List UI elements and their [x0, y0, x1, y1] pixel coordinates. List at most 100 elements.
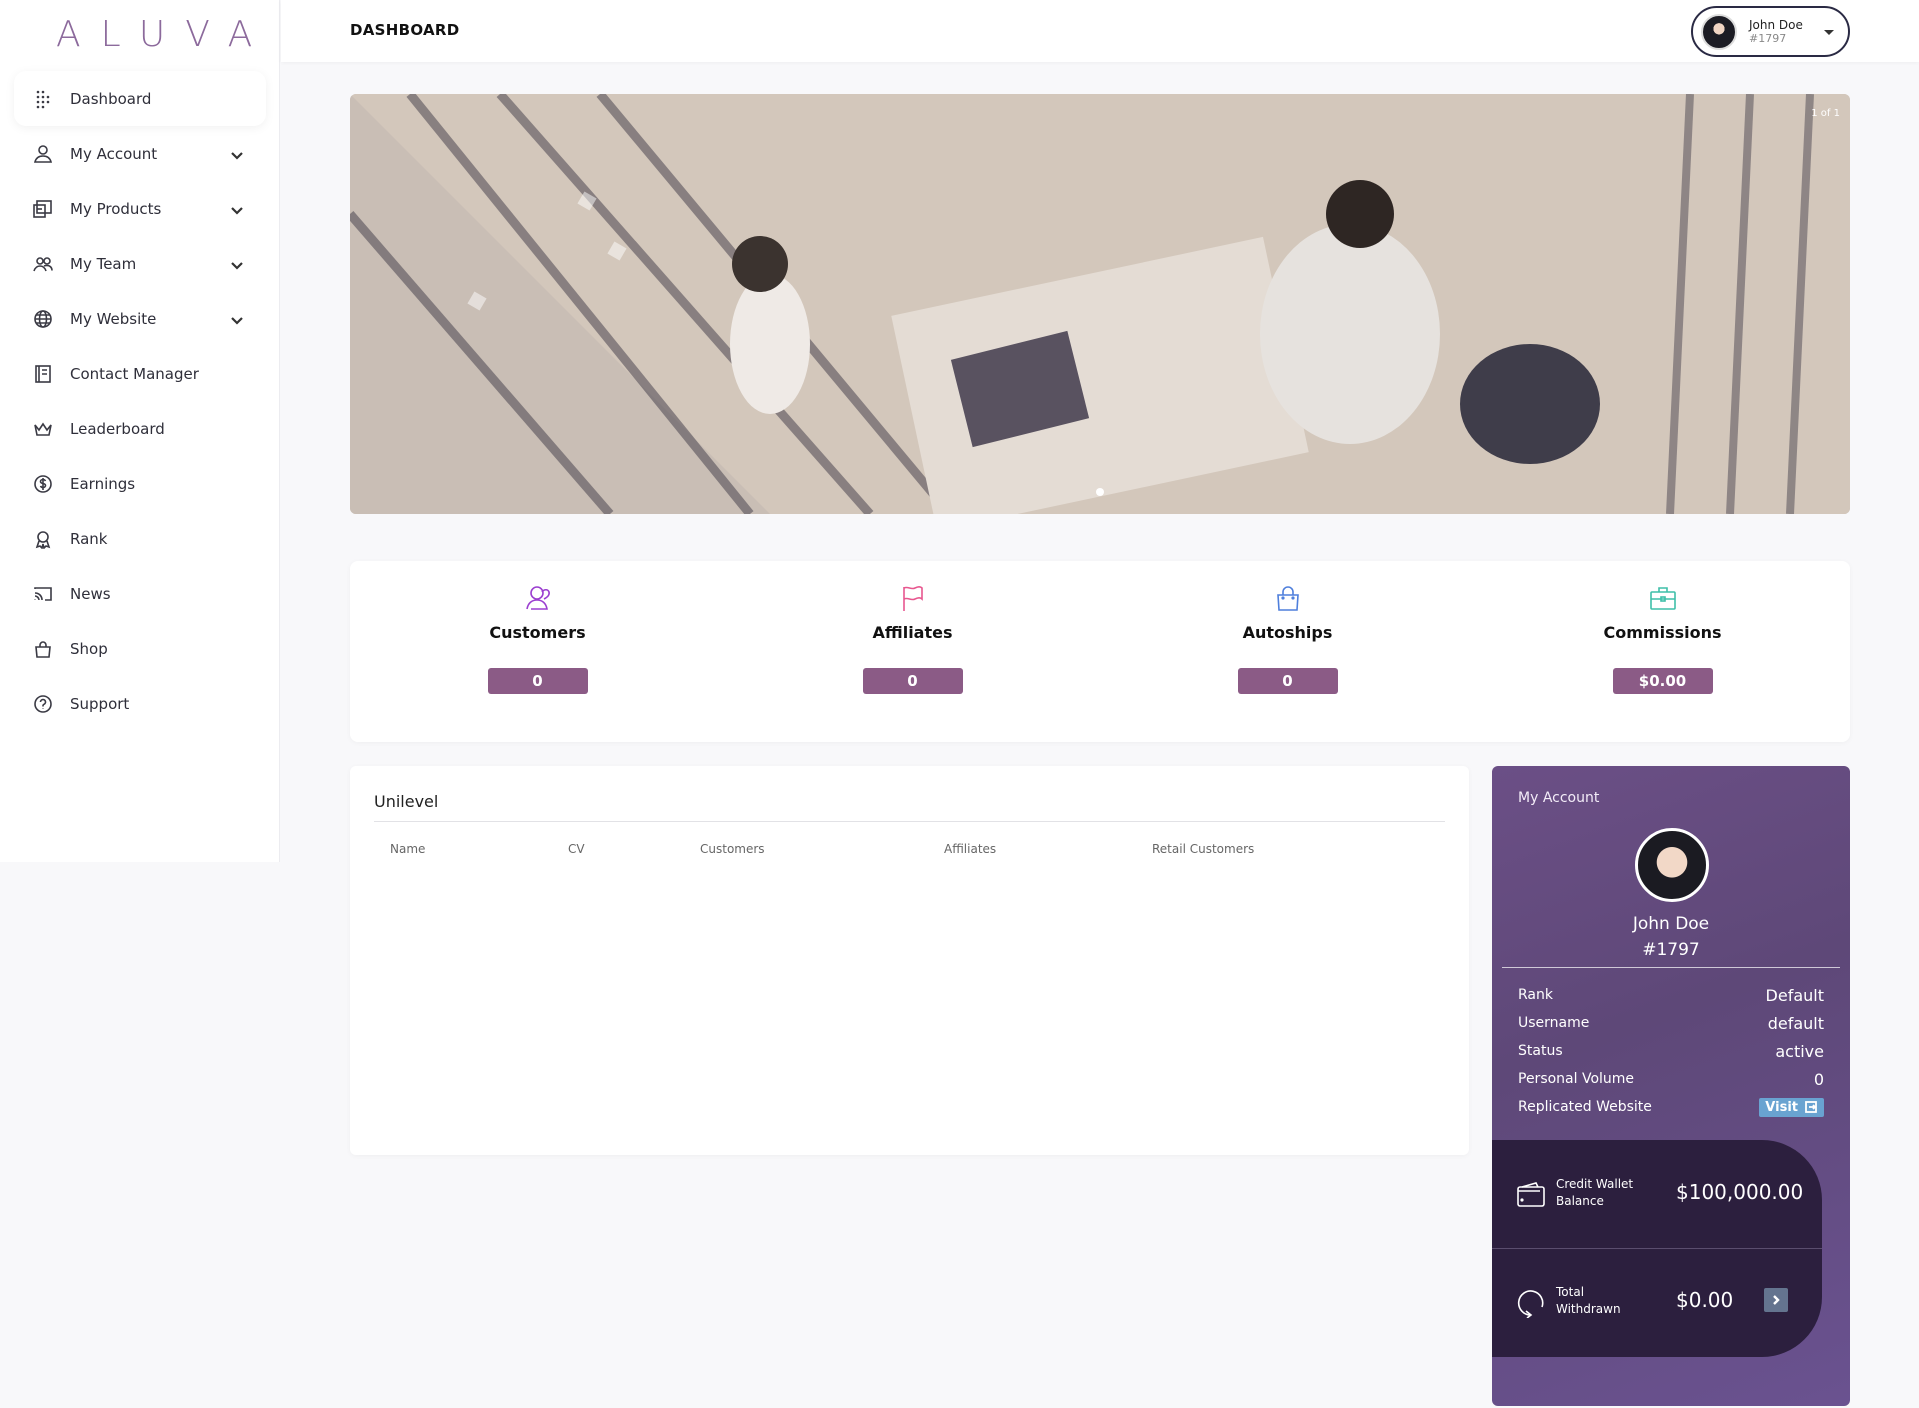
row-key: Personal Volume	[1518, 1071, 1635, 1087]
sidebar-item-label: Leaderboard	[70, 419, 165, 438]
user-info: John Doe #1797	[1749, 18, 1803, 46]
sidebar-item-label: My Products	[70, 199, 162, 218]
page-title: DASHBOARD	[350, 21, 460, 39]
stat-value: 0	[862, 668, 963, 694]
user-name: John Doe	[1749, 17, 1803, 32]
wallet-panel: Credit Wallet Balance $100,000.00 Total …	[1492, 1140, 1822, 1357]
brand-logo[interactable]: ALUVA	[56, 14, 272, 55]
row-key: Rank	[1518, 987, 1553, 1003]
caret-down-icon	[1824, 30, 1834, 35]
chevron-down-icon[interactable]	[230, 312, 244, 326]
sidebar-item-shop[interactable]: Shop	[14, 621, 266, 676]
account-row-rank: Rank Default	[1518, 984, 1824, 1006]
stat-value: $0.00	[1612, 668, 1713, 694]
credit-wallet-value: $100,000.00	[1676, 1180, 1804, 1204]
sidebar-item-label: News	[70, 584, 111, 603]
sidebar-item-label: My Team	[70, 254, 137, 273]
total-withdrawn-value: $0.00	[1676, 1288, 1734, 1312]
credit-wallet-row: Credit Wallet Balance $100,000.00	[1492, 1140, 1822, 1248]
user-id: #1797	[1749, 31, 1787, 45]
crown-icon	[32, 418, 54, 440]
row-key: Username	[1518, 1015, 1590, 1031]
briefcase-icon	[1648, 583, 1678, 613]
account-title: My Account	[1518, 790, 1600, 806]
sidebar-item-contact-manager[interactable]: Contact Manager	[14, 346, 266, 401]
sidebar-item-rank[interactable]: Rank	[14, 511, 266, 566]
row-value: 0	[1813, 1069, 1824, 1089]
sidebar-nav: Dashboard My Account My Products My Team…	[14, 71, 266, 731]
account-id: #1797	[1642, 940, 1700, 960]
stat-value: 0	[1237, 668, 1338, 694]
wallet-icon	[1516, 1180, 1546, 1210]
visit-button[interactable]: Visit	[1759, 1097, 1824, 1117]
globe-icon	[32, 308, 54, 330]
row-key: Status	[1518, 1043, 1563, 1059]
divider	[1502, 967, 1840, 968]
stat-label: Customers	[489, 623, 586, 642]
stat-customers: Customers 0	[350, 561, 725, 742]
stat-value: 0	[487, 668, 588, 694]
column-header-retail-customers[interactable]: Retail Customers	[1152, 842, 1254, 856]
unilevel-title: Unilevel	[374, 792, 439, 811]
column-header-affiliates[interactable]: Affiliates	[944, 842, 996, 856]
chevron-down-icon[interactable]	[230, 147, 244, 161]
column-header-name[interactable]: Name	[390, 842, 425, 856]
user-menu-button[interactable]: John Doe #1797	[1691, 6, 1850, 57]
credit-wallet-label: Credit Wallet Balance	[1556, 1177, 1634, 1208]
sidebar-item-earnings[interactable]: Earnings	[14, 456, 266, 511]
avatar	[1701, 13, 1737, 50]
sidebar-item-label: Dashboard	[70, 89, 152, 108]
sidebar-item-label: Earnings	[70, 474, 136, 493]
sidebar-item-my-team[interactable]: My Team	[14, 236, 266, 291]
avatar	[1635, 828, 1709, 902]
total-withdrawn-row: Total Withdrawn $0.00	[1492, 1248, 1822, 1356]
sidebar-item-label: My Website	[70, 309, 157, 328]
column-header-cv[interactable]: CV	[568, 842, 585, 856]
cast-icon	[32, 583, 54, 605]
account-row-replicated-website: Replicated Website Visit	[1518, 1096, 1824, 1118]
account-row-personal-volume: Personal Volume 0	[1518, 1068, 1824, 1090]
sidebar-item-my-account[interactable]: My Account	[14, 126, 266, 181]
external-link-icon	[1805, 1101, 1817, 1113]
total-withdrawn-label: Total Withdrawn	[1556, 1285, 1621, 1316]
sidebar-item-my-website[interactable]: My Website	[14, 291, 266, 346]
help-icon	[32, 693, 54, 715]
hero-banner[interactable]: 1 of 1	[350, 94, 1850, 514]
grid-dots-icon	[32, 88, 54, 110]
sidebar-item-label: My Account	[70, 144, 158, 163]
contacts-icon	[32, 363, 54, 385]
chevron-down-icon[interactable]	[230, 257, 244, 271]
visit-label: Visit	[1765, 1099, 1798, 1115]
divider	[374, 821, 1445, 822]
customers-icon	[523, 583, 553, 613]
sidebar-item-leaderboard[interactable]: Leaderboard	[14, 401, 266, 456]
team-icon	[32, 253, 54, 275]
stat-commissions: Commissions $0.00	[1475, 561, 1850, 742]
stat-label: Affiliates	[872, 623, 953, 642]
row-value: Default	[1765, 985, 1824, 1005]
sidebar-item-label: Rank	[70, 529, 108, 548]
chevron-right-icon	[1773, 1295, 1780, 1305]
sidebar-item-dashboard[interactable]: Dashboard	[14, 71, 266, 126]
sidebar: ALUVA Dashboard My Account My Products M…	[0, 0, 280, 862]
sidebar-item-label: Contact Manager	[70, 364, 199, 383]
sidebar-item-label: Support	[70, 694, 130, 713]
sidebar-item-news[interactable]: News	[14, 566, 266, 621]
withdraw-button[interactable]	[1764, 1288, 1788, 1312]
shopping-bag-icon	[1273, 583, 1303, 613]
account-row-username: Username default	[1518, 1012, 1824, 1034]
chevron-down-icon[interactable]	[230, 202, 244, 216]
stat-autoships: Autoships 0	[1100, 561, 1475, 742]
unilevel-panel: Unilevel Name CV Customers Affiliates Re…	[350, 766, 1469, 1155]
top-header: DASHBOARD John Doe #1797	[281, 0, 1919, 62]
slide-dot[interactable]	[1096, 488, 1104, 496]
office-photo	[350, 94, 1850, 514]
sidebar-item-support[interactable]: Support	[14, 676, 266, 731]
sidebar-item-label: Shop	[70, 639, 108, 658]
column-header-customers[interactable]: Customers	[700, 842, 765, 856]
bag-icon	[32, 638, 54, 660]
dollar-icon	[32, 473, 54, 495]
account-row-status: Status active	[1518, 1040, 1824, 1062]
award-icon	[32, 528, 54, 550]
sidebar-item-my-products[interactable]: My Products	[14, 181, 266, 236]
